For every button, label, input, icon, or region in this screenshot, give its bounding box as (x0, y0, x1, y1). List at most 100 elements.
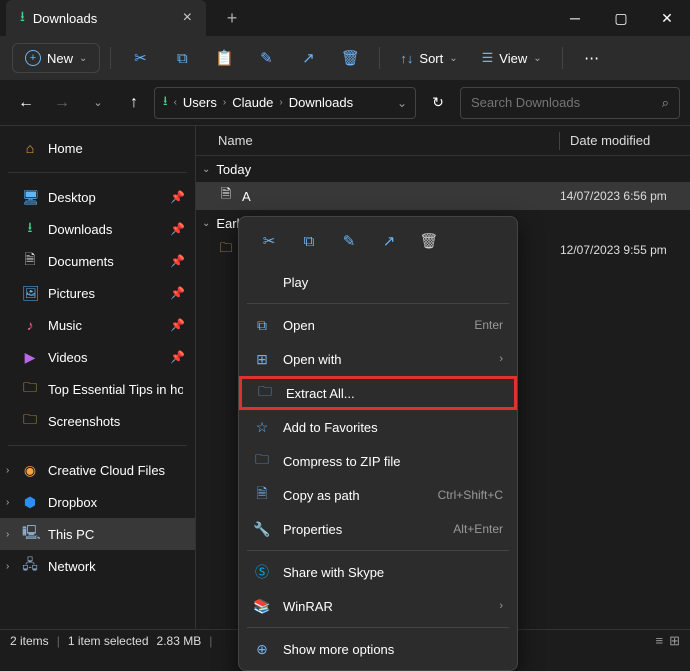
pin-icon: 📌 (170, 254, 185, 268)
folder-icon: 🗀 (22, 377, 38, 401)
address-bar[interactable]: ⭳ ‹ Users › Claude › Downloads ⌄ (154, 87, 416, 119)
new-button[interactable]: + New ⌄ (12, 43, 100, 73)
share-icon[interactable]: ↗ (289, 42, 327, 74)
sort-button[interactable]: ↑↓ Sort ⌄ (390, 45, 467, 72)
zip-file-icon: 🗎 (218, 185, 234, 207)
sidebar-item-desktop[interactable]: 🖥Desktop📌 (0, 181, 195, 213)
breadcrumb[interactable]: Users (183, 95, 217, 110)
download-icon: ⭳ (163, 92, 168, 114)
up-button[interactable]: ↑ (118, 87, 150, 119)
file-row[interactable]: 🗎A14/07/2023 6:56 pm (196, 182, 690, 210)
context-skype[interactable]: ⓈShare with Skype (239, 555, 517, 589)
context-open-with[interactable]: ⊞Open with› (239, 342, 517, 376)
winrar-icon: 📚 (253, 598, 271, 615)
context-winrar[interactable]: 📚WinRAR› (239, 589, 517, 623)
context-show-more[interactable]: ⊕Show more options (239, 632, 517, 666)
grid-view-icon[interactable]: ⊞ (669, 633, 680, 649)
chevron-down-icon: ⌄ (202, 218, 210, 229)
close-window-button[interactable]: ✕ (644, 0, 690, 36)
column-header-date[interactable]: Date modified (560, 133, 690, 148)
sidebar-item-pictures[interactable]: 🖼Pictures📌 (0, 277, 195, 309)
context-compress-zip[interactable]: 🗀Compress to ZIP file (239, 444, 517, 478)
close-tab-icon[interactable]: × (183, 9, 192, 27)
chevron-right-icon: › (6, 465, 9, 476)
chevron-right-icon: › (279, 97, 282, 108)
rename-icon[interactable]: ✎ (247, 42, 285, 74)
delete-icon[interactable]: 🗑 (331, 42, 369, 74)
sidebar-item-videos[interactable]: ▶Videos📌 (0, 341, 195, 373)
folder-icon: 🗀 (218, 239, 234, 261)
sidebar-item-network[interactable]: ›🖧Network (0, 550, 195, 582)
refresh-button[interactable]: ↻ (420, 94, 456, 111)
context-open[interactable]: ⧉OpenEnter (239, 308, 517, 342)
paste-icon[interactable]: 📋 (205, 42, 243, 74)
sort-icon: ↑↓ (400, 51, 413, 66)
search-icon: ⌕ (662, 95, 669, 111)
extract-icon: 🗀 (256, 381, 274, 405)
delete-icon[interactable]: 🗑 (411, 225, 447, 257)
view-button[interactable]: ☰ View ⌄ (472, 44, 552, 72)
download-icon: ⭳ (20, 6, 25, 30)
share-icon[interactable]: ↗ (371, 225, 407, 257)
videos-icon: ▶ (22, 349, 38, 366)
maximize-button[interactable]: ▢ (598, 0, 644, 36)
status-selection: 1 item selected (68, 634, 149, 648)
breadcrumb[interactable]: Downloads (289, 95, 353, 110)
more-icon[interactable]: ⋯ (573, 42, 611, 74)
chevron-right-icon: › (6, 529, 9, 540)
grid-icon: ⊞ (253, 351, 271, 368)
sidebar-item-downloads[interactable]: ⭳Downloads📌 (0, 213, 195, 245)
music-icon: ♪ (22, 317, 38, 333)
sidebar-item-home[interactable]: ⌂ Home (0, 132, 195, 164)
sidebar-item-creative-cloud[interactable]: ›◉Creative Cloud Files (0, 454, 195, 486)
view-icon: ☰ (482, 50, 494, 66)
sidebar-item-folder[interactable]: 🗀Screenshots (0, 405, 195, 437)
minimize-button[interactable]: ─ (552, 0, 598, 36)
search-box[interactable]: ⌕ (460, 87, 680, 119)
star-icon: ☆ (253, 419, 271, 436)
context-add-favorites[interactable]: ☆Add to Favorites (239, 410, 517, 444)
breadcrumb[interactable]: Claude (232, 95, 273, 110)
forward-button[interactable]: → (46, 87, 78, 119)
sidebar-item-this-pc[interactable]: ›🖳This PC (0, 518, 195, 550)
sidebar-item-documents[interactable]: 🗎Documents📌 (0, 245, 195, 277)
status-size: 2.83 MB (157, 634, 202, 648)
chevron-down-icon: ⌄ (79, 53, 87, 64)
context-properties[interactable]: 🔧PropertiesAlt+Enter (239, 512, 517, 546)
cut-icon[interactable]: ✂ (251, 225, 287, 257)
search-input[interactable] (471, 95, 662, 110)
plus-icon: + (25, 50, 41, 66)
context-copy-path[interactable]: 🗎Copy as pathCtrl+Shift+C (239, 478, 517, 512)
sidebar-item-folder[interactable]: 🗀Top Essential Tips in how to (0, 373, 195, 405)
column-header-name[interactable]: Name (218, 133, 559, 148)
list-view-icon[interactable]: ≡ (656, 633, 664, 649)
tab-title: Downloads (33, 11, 175, 26)
context-play[interactable]: Play (239, 265, 517, 299)
chevron-right-icon: › (223, 97, 226, 108)
document-icon: 🗎 (22, 249, 38, 273)
browser-tab[interactable]: ⭳ Downloads × (6, 0, 206, 36)
cut-icon[interactable]: ✂ (121, 42, 159, 74)
pin-icon: 📌 (170, 190, 185, 204)
copy-icon[interactable]: ⧉ (163, 42, 201, 74)
sidebar-item-music[interactable]: ♪Music📌 (0, 309, 195, 341)
copy-icon[interactable]: ⧉ (291, 225, 327, 257)
rename-icon[interactable]: ✎ (331, 225, 367, 257)
zip-icon: 🗀 (253, 449, 271, 473)
history-dropdown[interactable]: ⌄ (82, 87, 114, 119)
chevron-down-icon[interactable]: ⌄ (397, 96, 407, 110)
open-icon: ⧉ (253, 317, 271, 334)
network-icon: 🖧 (22, 554, 38, 578)
dropbox-icon: ⬢ (22, 494, 38, 511)
sidebar-item-dropbox[interactable]: ›⬢Dropbox (0, 486, 195, 518)
pin-icon: 📌 (170, 286, 185, 300)
chevron-right-icon: › (6, 497, 9, 508)
pin-icon: 📌 (170, 350, 185, 364)
group-header[interactable]: ⌄Today (196, 156, 690, 182)
chevron-right-icon: › (499, 353, 503, 365)
back-button[interactable]: ← (10, 87, 42, 119)
context-extract-all[interactable]: 🗀Extract All... (239, 376, 517, 410)
download-icon: ⭳ (22, 217, 38, 241)
chevron-down-icon: ⌄ (533, 53, 541, 64)
new-tab-button[interactable]: + (216, 8, 248, 29)
